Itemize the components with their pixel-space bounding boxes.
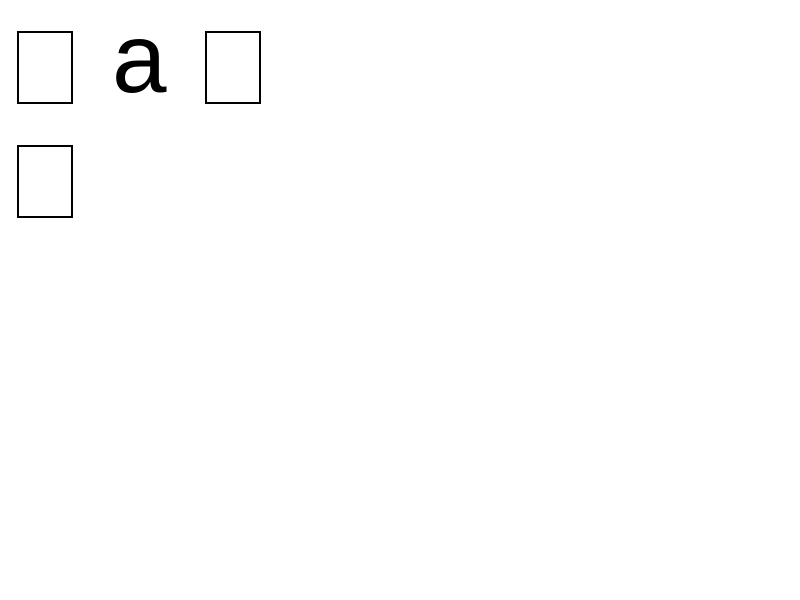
missing-glyph-icon <box>17 145 73 218</box>
text-line-1: a <box>17 9 261 107</box>
missing-glyph-icon <box>204 31 261 104</box>
letter-a: a <box>112 3 167 113</box>
missing-glyph-icon <box>17 31 73 104</box>
text-line-2 <box>17 140 73 220</box>
